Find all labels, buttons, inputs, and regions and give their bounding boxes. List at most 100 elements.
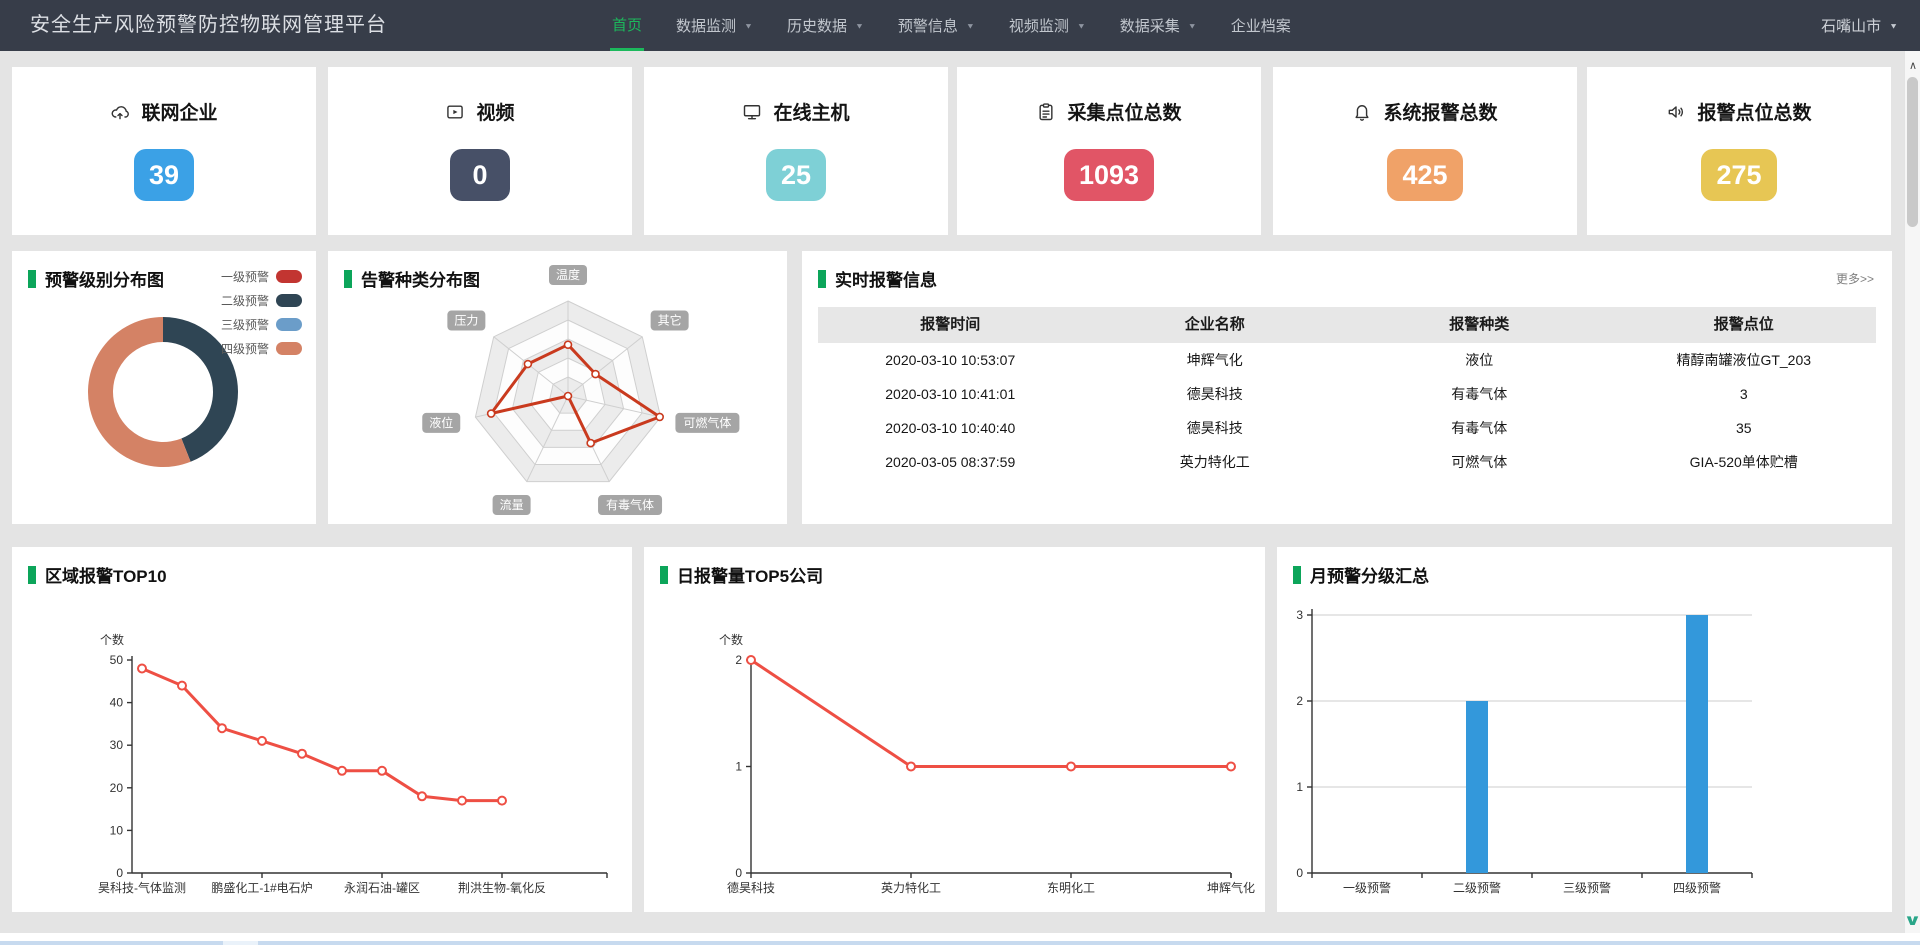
warning-level-donut-panel: 预警级别分布图 一级预警 二级预警 三级预警 四级预警 (12, 251, 316, 524)
cell-alarm-point: 3 (1612, 377, 1877, 411)
panel-title-marker (28, 270, 36, 288)
svg-text:10: 10 (110, 823, 124, 837)
svg-text:20: 20 (110, 781, 124, 795)
speaker-icon (1666, 102, 1686, 122)
monitor-icon (742, 102, 762, 122)
dashboard-page: 安全生产风险预警防控物联网管理平台 首页 数据监测▼ 历史数据▼ 预警信息▼ 视… (0, 0, 1920, 945)
nav-item-label: 首页 (612, 14, 642, 35)
scroll-up-icon[interactable]: ∧ (1906, 59, 1920, 72)
chevron-down-icon: ▼ (966, 21, 975, 30)
stat-card-value: 25 (766, 149, 826, 201)
nav-item-enterprise-archive[interactable]: 企业档案 (1229, 0, 1293, 51)
vertical-scrollbar[interactable]: ∧ ∨ (1904, 51, 1920, 941)
svg-text:2: 2 (735, 653, 742, 667)
svg-text:二级预警: 二级预警 (1453, 880, 1501, 895)
cloud-icon (110, 102, 130, 122)
legend-swatch (276, 318, 302, 331)
stat-card-videos[interactable]: 视频 0 (328, 67, 632, 235)
stat-card-value: 39 (134, 149, 194, 201)
svg-text:荆洪生物-氧化反: 荆洪生物-氧化反 (458, 881, 546, 895)
panel-title-marker (344, 270, 352, 288)
panel-title: 区域报警TOP10 (45, 562, 167, 587)
stat-card-collection-points[interactable]: 采集点位总数 1093 (957, 67, 1261, 235)
nav-item-home[interactable]: 首页 (610, 0, 644, 51)
svg-text:40: 40 (110, 696, 124, 710)
legend-label: 一级预警 (221, 268, 269, 285)
nav-item-label: 历史数据 (787, 15, 847, 36)
stat-card-alarm-points[interactable]: 报警点位总数 275 (1587, 67, 1891, 235)
panel-title: 日报警量TOP5公司 (677, 562, 823, 587)
nav-item-data-collect[interactable]: 数据采集▼ (1118, 0, 1199, 51)
stat-card-value: 0 (450, 149, 510, 201)
panel-title-marker (28, 566, 36, 584)
nav-item-video-monitor[interactable]: 视频监测▼ (1007, 0, 1088, 51)
svg-text:其它: 其它 (658, 313, 682, 328)
scrollbar-thumb[interactable] (1907, 77, 1918, 227)
column-header-enterprise: 企业名称 (1083, 307, 1348, 343)
svg-text:鹏盛化工-1#电石炉: 鹏盛化工-1#电石炉 (211, 880, 312, 895)
svg-text:1: 1 (1296, 780, 1303, 794)
cell-enterprise: 德昊科技 (1083, 377, 1348, 411)
region-label: 石嘴山市 (1821, 15, 1881, 36)
column-header-type: 报警种类 (1347, 307, 1612, 343)
svg-text:昊科技-气体监测: 昊科技-气体监测 (98, 880, 186, 895)
panel-title: 告警种类分布图 (361, 266, 480, 291)
table-row: 2020-03-10 10:41:01 德昊科技 有毒气体 3 (818, 377, 1876, 411)
stat-card-label: 在线主机 (773, 98, 849, 125)
svg-text:温度: 温度 (556, 267, 580, 282)
table-row: 2020-03-10 10:53:07 坤辉气化 液位 精醇南罐液位GT_203 (818, 343, 1876, 377)
cell-alarm-point: 精醇南罐液位GT_203 (1612, 343, 1877, 377)
svg-text:压力: 压力 (454, 314, 478, 328)
stat-card-label: 采集点位总数 (1067, 98, 1181, 125)
nav-item-data-monitor[interactable]: 数据监测▼ (674, 0, 755, 51)
panel-title: 预警级别分布图 (45, 266, 164, 291)
main-menu: 首页 数据监测▼ 历史数据▼ 预警信息▼ 视频监测▼ 数据采集▼ 企业档案 (610, 0, 1293, 51)
svg-text:东明化工: 东明化工 (1047, 881, 1095, 895)
stat-card-online-hosts[interactable]: 在线主机 25 (644, 67, 948, 235)
cell-alarm-type: 有毒气体 (1347, 411, 1612, 445)
realtime-alarm-panel: 实时报警信息 更多>> 报警时间 企业名称 报警种类 报警点位 2020-03-… (802, 251, 1892, 524)
cell-alarm-type: 液位 (1347, 343, 1612, 377)
legend-item-level1[interactable]: 一级预警 (221, 264, 302, 288)
legend-item-level4[interactable]: 四级预警 (221, 336, 302, 360)
stat-card-connected-enterprises[interactable]: 联网企业 39 (12, 67, 316, 235)
donut-legend: 一级预警 二级预警 三级预警 四级预警 (221, 264, 302, 360)
cell-alarm-point: GIA-520单体贮槽 (1612, 445, 1877, 479)
nav-item-label: 数据采集 (1120, 15, 1180, 36)
legend-label: 四级预警 (221, 340, 269, 357)
monthly-warning-bar-chart: 0123一级预警二级预警三级预警四级预警 (1277, 547, 1892, 912)
panel-title: 实时报警信息 (835, 266, 937, 291)
legend-item-level3[interactable]: 三级预警 (221, 312, 302, 336)
cell-enterprise: 坤辉气化 (1083, 343, 1348, 377)
nav-item-warning-info[interactable]: 预警信息▼ (896, 0, 977, 51)
more-link[interactable]: 更多>> (1836, 270, 1874, 287)
legend-label: 三级预警 (221, 316, 269, 333)
horizontal-scrollbar-thumb[interactable] (223, 941, 258, 945)
nav-item-label: 视频监测 (1009, 15, 1069, 36)
svg-text:个数: 个数 (100, 632, 124, 647)
stat-card-system-alarms[interactable]: 系统报警总数 425 (1273, 67, 1577, 235)
legend-swatch (276, 270, 302, 283)
region-selector[interactable]: 石嘴山市 ▼ (1821, 0, 1898, 51)
chevron-down-icon: ▼ (1889, 21, 1898, 30)
horizontal-scrollbar[interactable] (0, 941, 1920, 945)
column-header-time: 报警时间 (818, 307, 1083, 343)
alarm-table: 报警时间 企业名称 报警种类 报警点位 2020-03-10 10:53:07 … (818, 307, 1876, 479)
svg-text:0: 0 (735, 866, 742, 880)
svg-text:2: 2 (1296, 694, 1303, 708)
svg-text:1: 1 (735, 760, 742, 774)
region-top10-line-chart: 01020304050个数昊科技-气体监测鹏盛化工-1#电石炉永润石油-罐区荆洪… (12, 547, 632, 912)
panel-title-marker (818, 270, 826, 288)
nav-item-history-data[interactable]: 历史数据▼ (785, 0, 866, 51)
svg-text:0: 0 (1296, 866, 1303, 880)
stat-card-value: 425 (1387, 149, 1462, 201)
scroll-down-icon[interactable]: ∨ (1901, 911, 1920, 929)
top-nav-bar: 安全生产风险预警防控物联网管理平台 首页 数据监测▼ 历史数据▼ 预警信息▼ 视… (0, 0, 1920, 51)
daily-top5-panel: 日报警量TOP5公司 012个数德昊科技英力特化工东明化工坤辉气化 (644, 547, 1265, 912)
stat-card-label: 联网企业 (141, 98, 217, 125)
svg-text:液位: 液位 (429, 415, 453, 430)
monthly-warning-panel: 月预警分级汇总 0123一级预警二级预警三级预警四级预警 (1277, 547, 1892, 912)
column-header-point: 报警点位 (1612, 307, 1877, 343)
legend-swatch (276, 294, 302, 307)
legend-item-level2[interactable]: 二级预警 (221, 288, 302, 312)
